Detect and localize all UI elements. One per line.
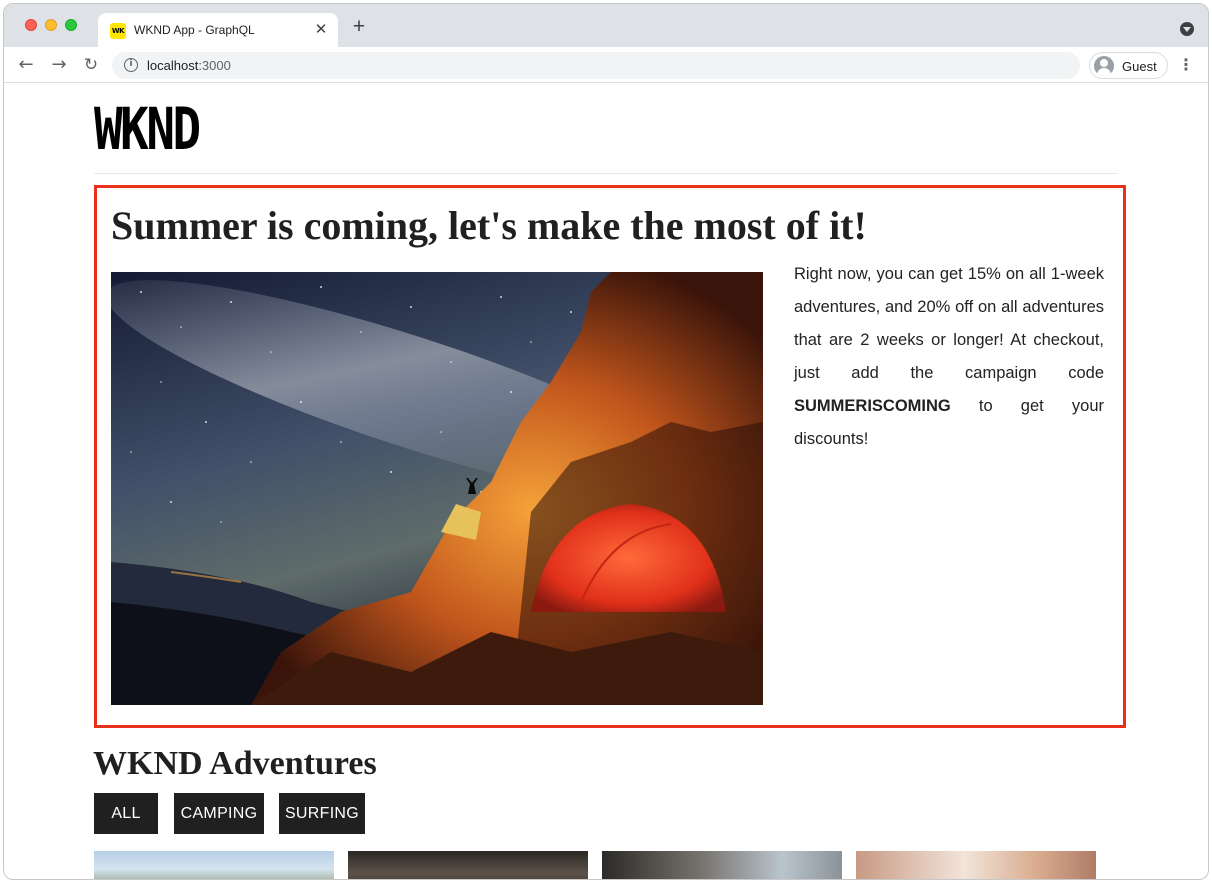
browser-window: WK WKND App - GraphQL ✕ + ← → ↻ i localh… (3, 3, 1209, 880)
page-content: WKND Summer is coming, let's make the mo… (4, 84, 1208, 879)
favicon: WK (110, 23, 126, 39)
tab-strip: WK WKND App - GraphQL ✕ + (4, 4, 1208, 47)
minimize-window-button[interactable] (45, 19, 57, 31)
promo-image-camping-night-sky (111, 272, 763, 705)
adventure-card-image[interactable] (602, 851, 842, 879)
kebab-menu-icon[interactable]: ⋮ (1178, 54, 1194, 76)
site-logo[interactable]: WKND (94, 100, 201, 158)
filter-all-button[interactable]: ALL (94, 793, 158, 834)
adventures-title: WKND Adventures (93, 745, 377, 782)
address-bar[interactable]: i localhost:3000 (112, 52, 1080, 79)
url-host: localhost (147, 58, 199, 73)
close-icon[interactable]: ✕ (312, 21, 330, 39)
avatar-icon (1094, 56, 1114, 76)
filter-camping-button[interactable]: CAMPING (174, 793, 264, 834)
campaign-code: SUMMERISCOMING (794, 397, 951, 415)
browser-toolbar: ← → ↻ i localhost:3000 Guest ⋮ (4, 47, 1208, 83)
promo-text-before: Right now, you can get 15% on all 1-week… (794, 265, 1104, 382)
promo-banner: Summer is coming, let's make the most of… (94, 185, 1126, 728)
profile-button[interactable]: Guest (1089, 52, 1168, 79)
back-arrow-icon[interactable]: ← (15, 54, 37, 76)
plus-icon[interactable]: + (348, 16, 370, 38)
reload-icon[interactable]: ↻ (80, 54, 102, 76)
browser-tab[interactable]: WK WKND App - GraphQL ✕ (98, 13, 338, 47)
tab-menu-icon[interactable] (1180, 22, 1194, 36)
header-divider (94, 173, 1118, 174)
promo-title: Summer is coming, let's make the most of… (111, 203, 867, 248)
maximize-window-button[interactable] (65, 19, 77, 31)
promo-description: Right now, you can get 15% on all 1-week… (794, 258, 1104, 456)
profile-label: Guest (1122, 59, 1157, 74)
adventure-card-image[interactable] (348, 851, 588, 879)
filter-surfing-button[interactable]: SURFING (279, 793, 365, 834)
adventure-card-image[interactable] (856, 851, 1096, 879)
forward-arrow-icon[interactable]: → (48, 54, 70, 76)
url-port: :3000 (198, 58, 231, 73)
info-icon[interactable]: i (124, 58, 138, 72)
close-window-button[interactable] (25, 19, 37, 31)
tab-title: WKND App - GraphQL (134, 23, 255, 37)
url-text: localhost:3000 (147, 58, 231, 73)
adventure-card-image[interactable] (94, 851, 334, 879)
promo-image-art (111, 272, 763, 705)
